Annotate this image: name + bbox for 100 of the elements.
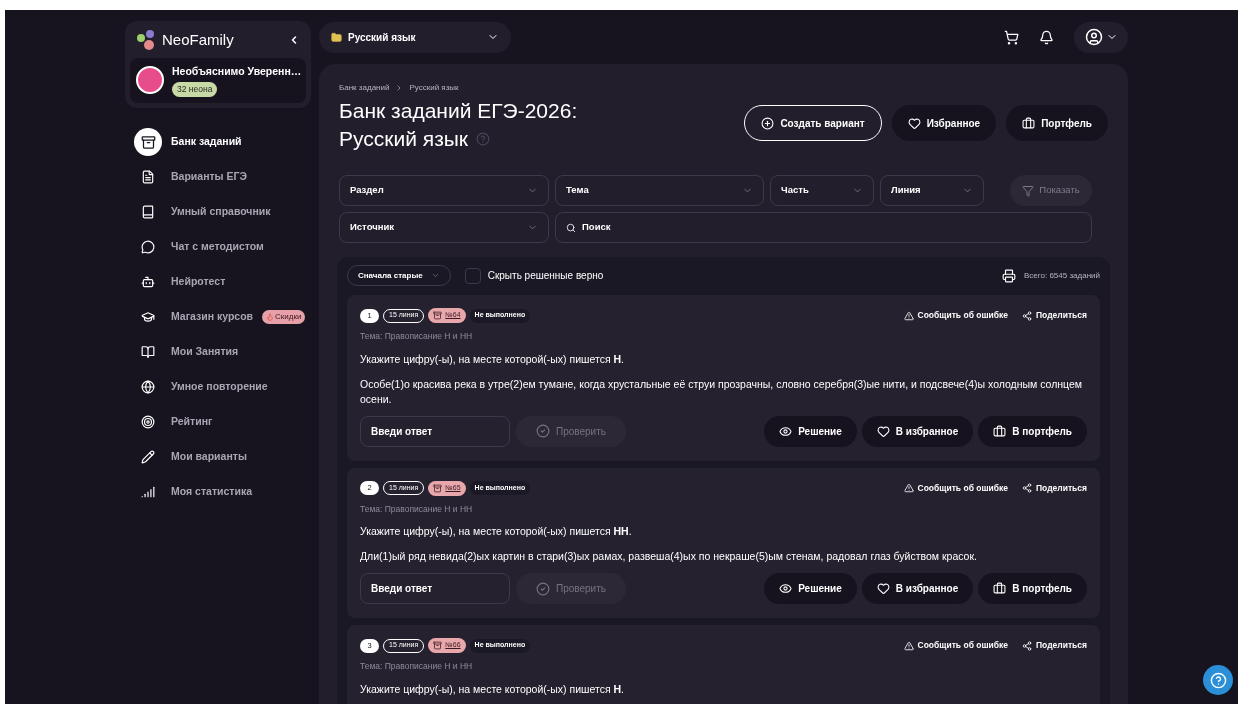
share-link[interactable]: Поделиться [1022, 639, 1087, 652]
report-error-link[interactable]: Сообщить об ошибке [903, 639, 1008, 652]
filter-dropdown[interactable]: Источник [339, 212, 549, 243]
nav-item[interactable]: Мои варианты [134, 442, 311, 472]
nav-icon [141, 310, 155, 324]
share-link[interactable]: Поделиться [1022, 309, 1087, 322]
nav-icon [141, 485, 155, 499]
support-button[interactable] [1203, 665, 1233, 695]
nav-icon [141, 240, 155, 254]
task-action-button[interactable]: В избранное [861, 573, 974, 604]
sale-badge: Скидки [262, 310, 306, 324]
profile-menu[interactable] [1074, 21, 1128, 53]
nav-item[interactable]: Умный справочник [134, 197, 311, 227]
report-error-link[interactable]: Сообщить об ошибке [903, 309, 1008, 322]
nav-item[interactable]: Мои Занятия [134, 337, 311, 367]
header-action-button[interactable]: Избранное [891, 105, 997, 141]
filter-dropdown[interactable]: Линия [880, 175, 984, 206]
filter-dropdown[interactable]: Часть [770, 175, 874, 206]
box-icon [433, 311, 443, 320]
question-icon [1209, 671, 1227, 689]
nav-label: Мои варианты [171, 449, 247, 465]
check-circle-icon [536, 424, 550, 438]
page-title: Русский язык [339, 126, 469, 152]
print-icon[interactable] [1001, 268, 1016, 283]
eye-icon [779, 424, 793, 438]
balance-badge: 32 неона [172, 82, 218, 97]
task-topic: Тема: Правописание Н и НН [360, 502, 474, 516]
eye-icon [779, 582, 793, 595]
user-card[interactable]: Необъяснимо Уверенн… 32 неона [130, 57, 306, 103]
flame-icon [266, 313, 275, 321]
subject-dropdown[interactable]: Русский язык [319, 21, 511, 53]
nav-item[interactable]: Чат с методистом [134, 232, 311, 262]
nav-icon [141, 450, 155, 464]
task-question: Укажите цифру(-ы), на месте которой(-ых) пишется НН. [360, 524, 633, 540]
hide-solved-checkbox[interactable] [464, 267, 481, 284]
share-icon [1022, 640, 1032, 651]
nav-label: Мои Занятия [171, 344, 239, 360]
answer-field[interactable]: Введи ответ [360, 573, 510, 604]
avatar [136, 66, 164, 95]
nav-icon [141, 275, 155, 289]
nav-item[interactable]: Моя статистика [134, 477, 311, 507]
breadcrumb-link[interactable]: Русский язык [409, 82, 459, 94]
task-action-button[interactable]: В портфель [978, 415, 1087, 447]
nav-item[interactable]: Банк заданий [134, 127, 311, 157]
notifications-icon[interactable] [1039, 29, 1054, 45]
nav-icon [141, 345, 155, 359]
nav-label: Умный справочник [171, 204, 271, 220]
answer-field[interactable]: Введи ответ [360, 415, 510, 447]
heart-icon [876, 582, 890, 595]
task-action-button[interactable]: Решение [764, 415, 857, 447]
total-count: Всего: 6545 заданий [1023, 269, 1100, 282]
filter-dropdown[interactable]: Раздел [339, 175, 549, 206]
nav-label: Магазин курсов [171, 309, 254, 325]
user-icon [1084, 28, 1103, 46]
nav-item[interactable]: Умное повторение [134, 372, 311, 402]
share-icon [1022, 483, 1032, 493]
nav-label: Чат с методистом [171, 239, 264, 255]
hide-solved-label: Скрыть решенные верно [487, 269, 604, 283]
task-action-button[interactable]: В избранное [861, 415, 974, 447]
breadcrumb-link[interactable]: Банк заданий [339, 82, 390, 94]
nav-icon [141, 205, 155, 219]
task-text: Особе(1)о красива река в утре(2)ем тумане, когда хрустальные её струи прозрачны, словно серебря(3)ые нити, и подсвече(4)ы холодным солнцем осени. [360, 376, 1084, 407]
user-name: Необъяснимо Уверенн… [172, 63, 300, 79]
search-field[interactable]: Поиск [555, 212, 1092, 243]
nav-icon [141, 170, 155, 184]
nav-label: Нейротест [171, 274, 226, 290]
briefcase-icon [1022, 116, 1036, 130]
folder-icon [331, 31, 342, 43]
box-icon [433, 641, 443, 650]
task-question: Укажите цифру(-ы), на месте которой(-ых) пишется Н. [360, 351, 625, 367]
task-action-button[interactable]: Решение [764, 573, 857, 604]
check-circle-icon [536, 581, 550, 596]
header-action-button[interactable]: Портфель [1006, 105, 1108, 141]
nav-label: Умное повторение [171, 379, 268, 395]
nav-label: Банк заданий [171, 134, 242, 150]
plus-circle-icon [761, 116, 775, 130]
cart-icon[interactable] [1004, 29, 1019, 45]
filter-icon [1022, 184, 1035, 197]
warning-icon [903, 310, 914, 321]
nav-label: Моя статистика [171, 484, 253, 500]
report-error-link[interactable]: Сообщить об ошибке [903, 481, 1008, 495]
task-action-button[interactable]: В портфель [978, 573, 1087, 604]
task-topic: Тема: Правописание Н и НН [360, 330, 474, 343]
nav-item[interactable]: Магазин курсов Скидки [134, 302, 311, 332]
nav-item[interactable]: Рейтинг [134, 407, 311, 437]
heart-icon [907, 116, 921, 130]
nav-item[interactable]: Нейротест [134, 267, 311, 297]
nav-item[interactable]: Варианты ЕГЭ [134, 162, 311, 192]
task-text: Дли(1)ый ряд невида(2)ых картин в стари(3)ых рамах, развеша(4)ых по некраше(5)ым стенам, радовал глаз буйством красок. [360, 549, 978, 564]
filter-dropdown[interactable]: Тема [555, 175, 764, 206]
share-link[interactable]: Поделиться [1022, 481, 1087, 495]
warning-icon [903, 483, 914, 493]
share-icon [1022, 310, 1032, 321]
nav-icon [141, 415, 155, 429]
task-question: Укажите цифру(-ы), на месте которой(-ых) пишется Н. [360, 681, 625, 697]
briefcase-icon [993, 582, 1007, 595]
page-title: Банк заданий ЕГЭ-2026: [339, 98, 578, 124]
chevron-down-icon [430, 271, 440, 280]
box-icon [433, 483, 443, 493]
logo-text: NeoFamily [162, 30, 234, 50]
